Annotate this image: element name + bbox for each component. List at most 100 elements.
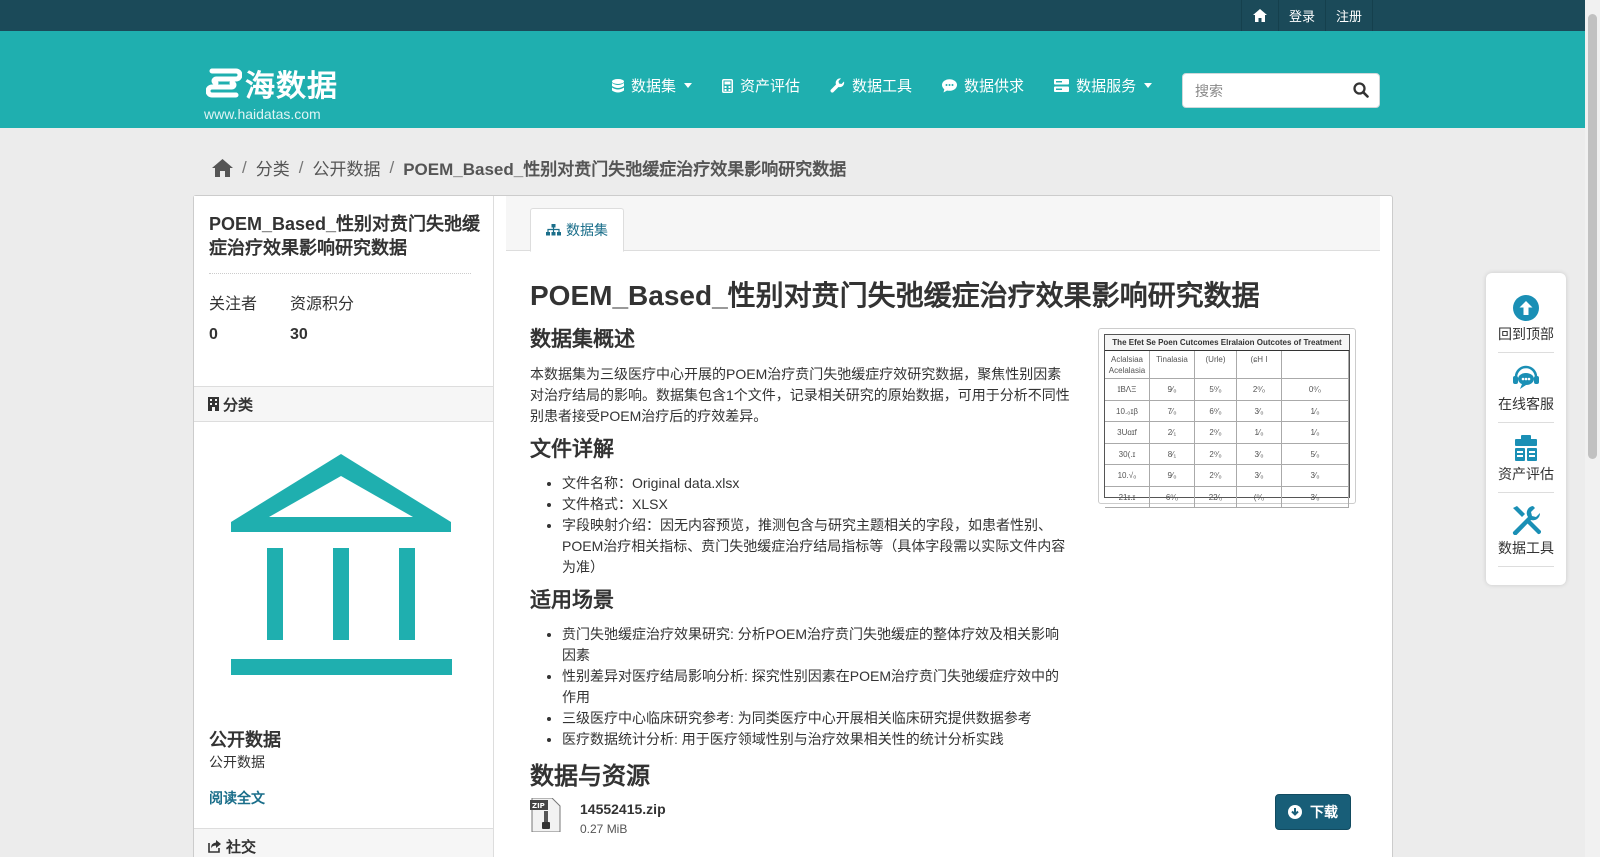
preview-table-cell: 6⁰⁄₀ [1150,486,1195,508]
dataset-stats: 关注者 0 资源积分 30 [209,290,387,344]
files-heading: 文件详解 [530,438,614,461]
search-input[interactable] [1183,74,1343,107]
home-icon [1252,9,1267,22]
followers-label: 关注者 [209,296,258,313]
caret-down-icon [1144,83,1153,88]
preview-header-cell: (Urle) [1195,351,1237,379]
data-tools-button[interactable]: 数据工具 [1498,505,1554,567]
preview-table-cell: 22⁄₀ [1195,486,1237,508]
page-scrollbar[interactable] [1585,0,1600,857]
scrollbar-thumb[interactable] [1588,14,1597,459]
login-link[interactable]: 登录 [1277,0,1325,31]
primary-content: 数据集 POEM_Based_性别对贲门失弛缓症治疗效果影响研究数据 数据集概述… [494,196,1392,857]
breadcrumb-current[interactable]: POEM_Based_性别对贲门失弛缓症治疗效果影响研究数据 [403,155,846,180]
preview-table-cell: 0⁰⁄₀ [1282,379,1349,401]
online-support-button[interactable]: 在线客服 [1498,365,1554,423]
preview-table-title: The Efet Se Poen Cutcomes Elralaion Outc… [1105,335,1349,351]
read-more-link[interactable]: 阅读全文 [209,788,265,808]
scenarios-list: 贲门失弛缓症治疗效果研究: 分析POEM治疗贲门失弛缓症的整体疗效及相关影响因素… [562,624,1072,750]
preview-table-cell: 2⁰⁄₀ [1237,379,1282,401]
brand-name: 海数据 [245,70,338,103]
nav-datasets[interactable]: 数据集 [612,75,693,96]
preview-table-cell: 5⁰⁄₀ [1195,379,1237,401]
dataset-title: POEM_Based_性别对贲门失弛缓症治疗效果影响研究数据 [530,280,1260,311]
resource-name[interactable]: 14552415.zip [580,801,666,817]
preview-table-cell: 9⁄₀ [1150,465,1195,487]
preview-table-cell: (⁰⁄₀ [1237,486,1282,508]
download-button[interactable]: 下载 [1275,794,1351,830]
main-nav: 数据集 资产评估 数据工具 数据供求 数据服务 [612,75,1182,96]
preview-table: The Efet Se Poen Cutcomes Elralaion Outc… [1104,334,1350,508]
assessment-icon [1515,435,1537,461]
arrow-up-circle-icon [1513,295,1539,321]
search-box [1182,73,1380,108]
sidebar-divider [209,273,471,274]
breadcrumb-separator: / [389,157,395,177]
preview-table-cell: 21ɪ.ɪ [1105,486,1150,508]
nav-data-supply-demand-label: 数据供求 [964,78,1025,95]
search-icon[interactable] [1353,82,1369,98]
chat-support-icon [1513,365,1539,389]
preview-table-cell: 3⁄₀ [1282,465,1349,487]
preview-table-cell: 2⁰⁄₀ [1195,443,1237,465]
server-icon [1054,79,1070,92]
preview-table-cell: 5⁄₀ [1282,443,1349,465]
preview-table-cell: 3⁄₀ [1237,443,1282,465]
scenarios-heading: 适用场景 [530,589,614,612]
preview-table-cell: 6⁰⁄₀ [1195,400,1237,422]
list-item: 贲门失弛缓症治疗效果研究: 分析POEM治疗贲门失弛缓症的整体疗效及相关影响因素 [562,624,1072,666]
floating-toolbar: 回到顶部 在线客服 资产评估 数据工具 [1486,273,1566,585]
account-bar: 登录 注册 [0,0,1585,31]
points-label: 资源积分 [290,296,355,313]
brand-url: www.haidatas.com [204,106,321,122]
preview-table-cell: 1⁄₀ [1282,422,1349,444]
preview-table-cell: 7⁄₀ [1150,400,1195,422]
preview-table-cell: 2⁰⁄₀ [1195,465,1237,487]
preview-table-cell: 1⁄₀ [1282,400,1349,422]
nav-asset-assessment[interactable]: 资产评估 [722,75,800,96]
breadcrumb-organization[interactable]: 公开数据 [312,155,380,180]
nav-data-tools[interactable]: 数据工具 [830,75,912,96]
tab-dataset[interactable]: 数据集 [530,208,624,252]
preview-table-cell: 10.√₀ [1105,465,1150,487]
preview-table-cell: 10.₀ɪβ [1105,400,1150,422]
preview-table-cell: 2⁄₁ [1150,422,1195,444]
preview-table-cell: 9⁄₀ [1150,379,1195,401]
sitemap-icon [546,224,561,236]
social-heading-label: 社交 [226,839,257,856]
tab-bar: 数据集 [506,196,1380,252]
asset-assessment-button[interactable]: 资产评估 [1498,435,1554,493]
calculator-icon [722,78,734,93]
home-icon[interactable] [212,158,233,177]
online-support-label: 在线客服 [1498,396,1554,412]
preview-table-cell: 3Uɑɪf [1105,422,1150,444]
list-item: 三级医疗中心临床研究参考: 为同类医疗中心开展相关临床研究提供数据参考 [562,708,1072,729]
back-to-top-button[interactable]: 回到顶部 [1498,295,1554,353]
list-item: 性别差异对医疗结局影响分析: 探究性别因素在POEM治疗贲门失弛缓症疗效中的作用 [562,666,1072,708]
comment-icon [942,78,958,92]
home-link[interactable] [1240,0,1278,31]
sidebar-dataset-title: POEM_Based_性别对贲门失弛缓症治疗效果影响研究数据 [209,214,481,258]
overview-text: 本数据集为三级医疗中心开展的POEM治疗贲门失弛缓症疗效研究数据，聚焦性别因素对… [530,366,1070,424]
nav-data-services[interactable]: 数据服务 [1054,75,1153,96]
resources-heading: 数据与资源 [530,763,650,790]
preview-table-cell: 1⁄₀ [1237,422,1282,444]
institution-icon[interactable] [230,454,452,676]
preview-header-cell: Aclalsiaa Acelalasia [1105,351,1150,379]
dataset-preview-image[interactable]: The Efet Se Poen Cutcomes Elralaion Outc… [1098,328,1356,508]
tab-dataset-label: 数据集 [566,222,608,238]
points-stat: 资源积分 30 [290,290,354,344]
overview-heading: 数据集概述 [530,328,635,351]
nav-data-supply-demand[interactable]: 数据供求 [942,75,1024,96]
files-list: 文件名称：Original data.xlsx 文件格式：XLSX 字段映射介绍… [562,473,1072,578]
register-link[interactable]: 注册 [1324,0,1373,31]
followers-count: 0 [209,326,218,343]
download-icon [1288,805,1302,819]
resource-size: 0.27 MiB [580,822,628,836]
site-logo[interactable]: 海数据 [206,61,338,105]
database-icon [612,78,624,92]
breadcrumb-category[interactable]: 分类 [256,155,290,180]
nav-data-tools-label: 数据工具 [852,78,913,95]
tools-icon [1512,506,1541,535]
preview-header-cell [1282,351,1349,379]
